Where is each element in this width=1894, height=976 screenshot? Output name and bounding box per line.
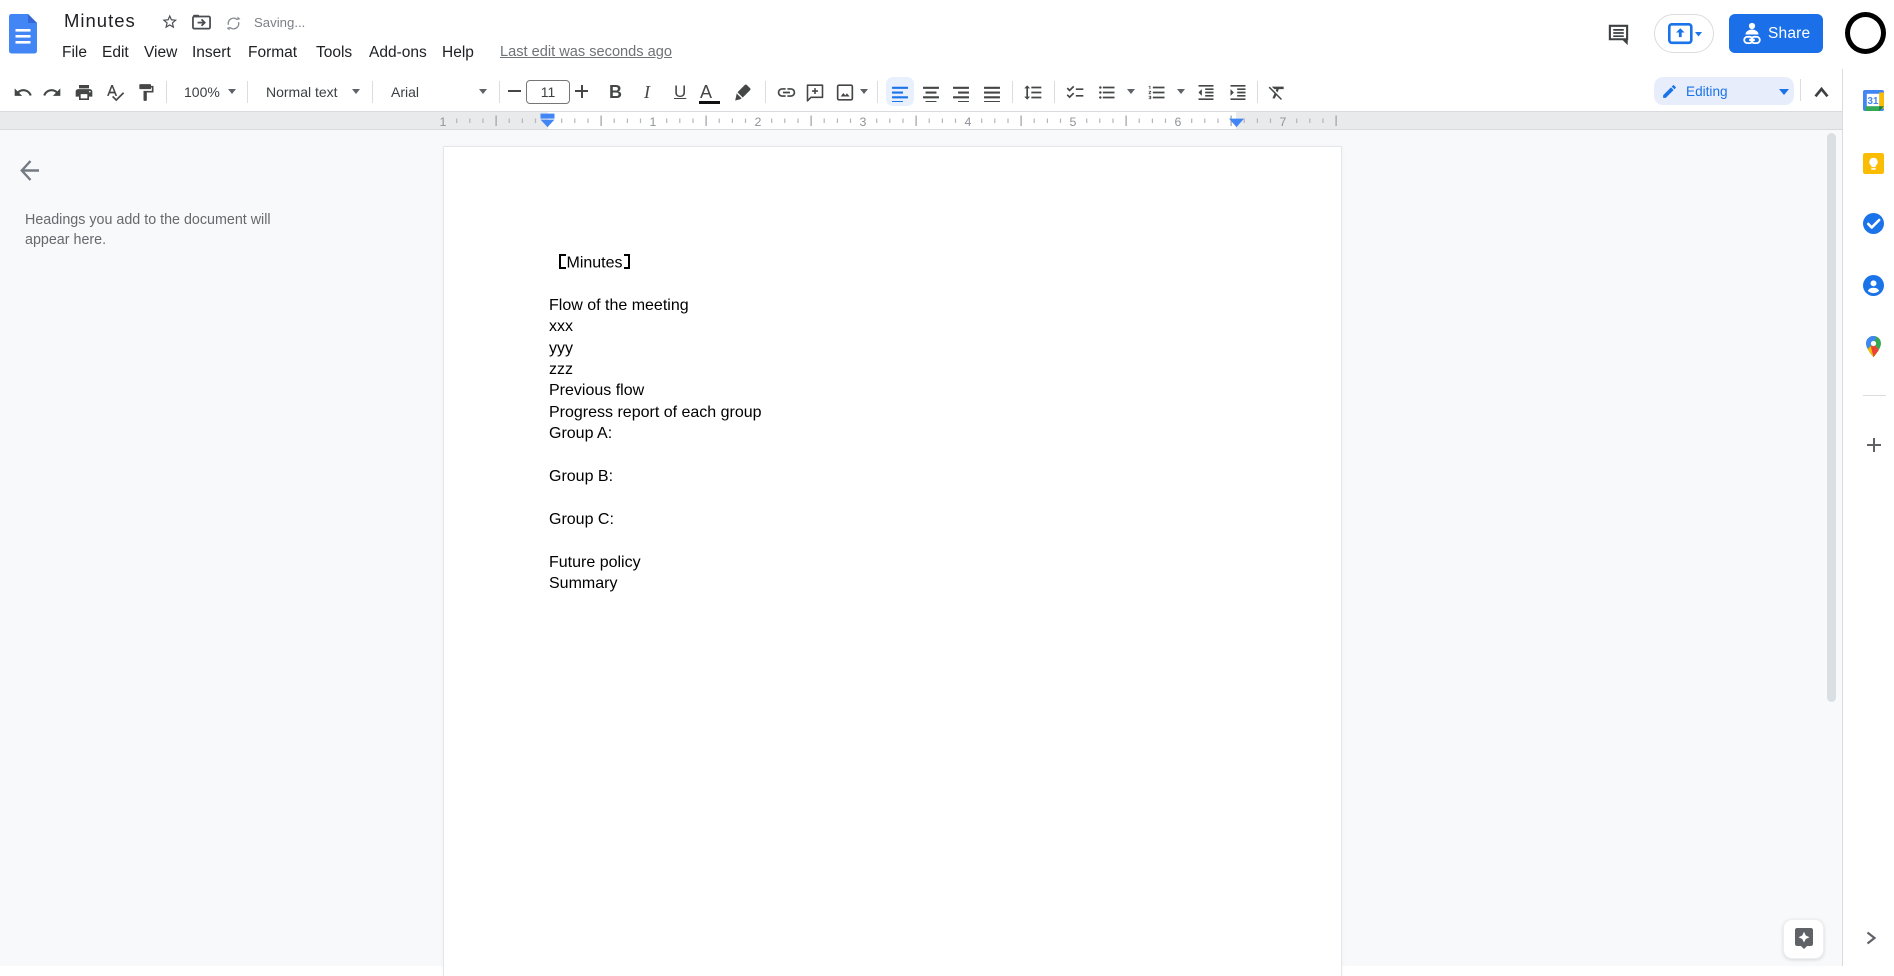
svg-text:5: 5 — [1070, 115, 1077, 129]
svg-text:6: 6 — [1175, 115, 1182, 129]
svg-text:2: 2 — [755, 115, 762, 129]
svg-text:4: 4 — [965, 115, 972, 129]
svg-text:3: 3 — [860, 115, 867, 129]
svg-text:1: 1 — [440, 115, 447, 129]
svg-text:7: 7 — [1280, 115, 1287, 129]
svg-text:1: 1 — [650, 115, 657, 129]
svg-text:31: 31 — [1868, 96, 1879, 107]
